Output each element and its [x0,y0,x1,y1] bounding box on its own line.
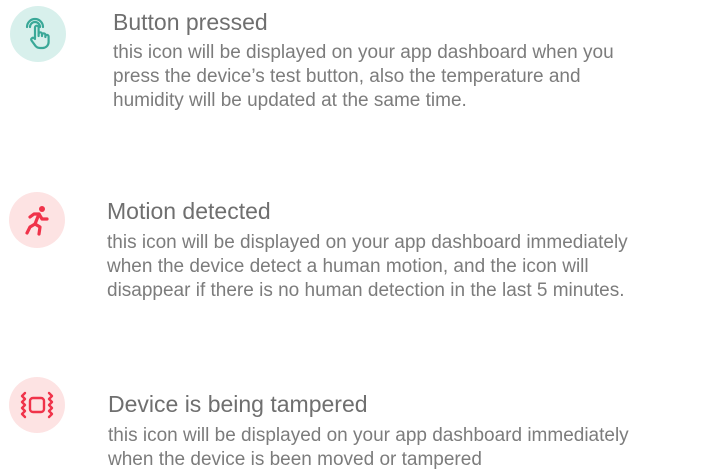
description-line: humidity will be updated at the same tim… [113,90,467,111]
running-person-icon [25,206,49,236]
description-line: press the device’s test button, also the… [113,66,581,87]
entry-description: this icon will be displayed on your app … [113,41,614,113]
description-line: when the device detect a human motion, a… [107,256,589,277]
icon-badge [10,6,66,62]
vibrating-device-icon [20,391,54,419]
icon-badge [9,377,65,433]
description-line: this icon will be displayed on your app … [107,232,628,253]
entry-description: this icon will be displayed on your app … [108,424,629,472]
entry-title: Motion detected [107,198,271,224]
description-line: this icon will be displayed on your app … [108,425,629,446]
description-line: this icon will be displayed on your app … [113,42,614,63]
icon-badge [9,192,65,248]
description-line: when the device is been moved or tampere… [108,449,482,470]
description-line: disappear if there is no human detection… [107,280,625,301]
entry-description: this icon will be displayed on your app … [107,231,628,303]
hand-pointer-icon [25,17,50,50]
entry-title: Button pressed [113,9,268,35]
entry-title: Device is being tampered [108,391,368,417]
